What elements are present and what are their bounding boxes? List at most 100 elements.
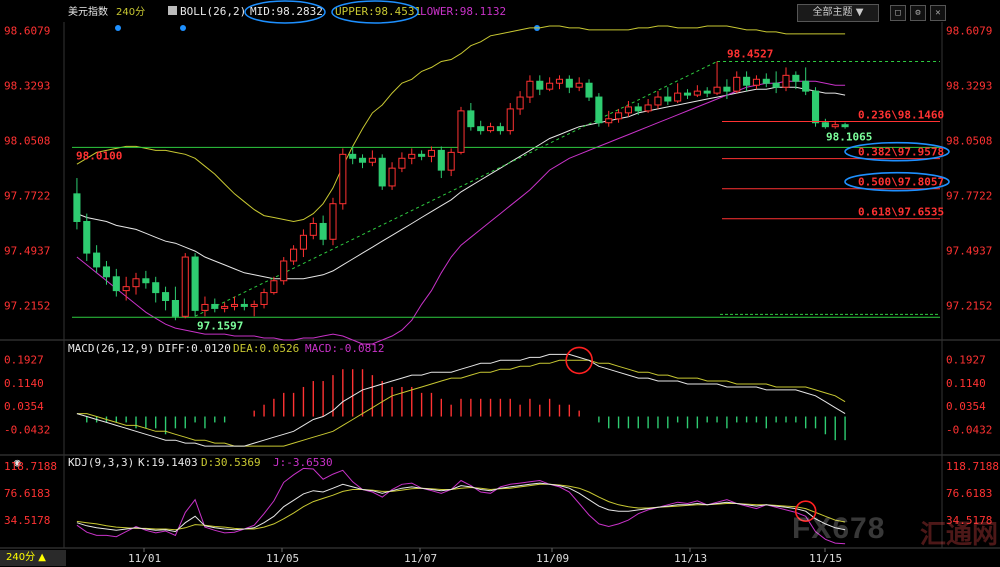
candle-down xyxy=(358,157,367,163)
y-tick-label-left: 98.0508 xyxy=(4,134,50,147)
candle-up xyxy=(526,80,534,98)
candle-down xyxy=(477,126,485,132)
candle-up xyxy=(280,260,288,282)
candle-down xyxy=(152,282,160,294)
candle-up xyxy=(398,157,406,169)
candle-down xyxy=(536,80,544,90)
candle-up xyxy=(546,82,554,90)
settings-icon[interactable]: ⚙ xyxy=(910,5,926,21)
watermark-cn: 汇通网 xyxy=(920,520,999,550)
lower-label: LOWER:98.1132 xyxy=(420,5,506,18)
macd-tick-right: 0.0354 xyxy=(946,400,986,413)
candle-up xyxy=(733,76,741,92)
candle-up xyxy=(506,108,514,132)
candle-up xyxy=(299,234,307,250)
y-tick-label-right: 97.7722 xyxy=(946,189,992,202)
low-price-label: 97.1597 xyxy=(197,319,243,332)
candle-up xyxy=(693,90,701,96)
candle-up xyxy=(457,110,465,153)
candle-down xyxy=(191,256,199,311)
candle-up xyxy=(447,151,455,171)
period-tab[interactable]: 240分 ▲ xyxy=(0,550,66,566)
candle-down xyxy=(811,90,820,124)
candle-up xyxy=(516,96,524,110)
candle-up xyxy=(654,96,662,106)
candle-up xyxy=(368,157,376,163)
kdj-j-line xyxy=(76,467,846,545)
macd-tick-left: 0.0354 xyxy=(4,400,44,413)
candle-up xyxy=(624,106,632,114)
candle-up xyxy=(329,203,337,240)
x-tick-label: 11/07 xyxy=(404,552,437,565)
theme-dropdown-button[interactable]: 全部主题 ▼ xyxy=(797,4,879,22)
candle-down xyxy=(171,299,179,317)
theme-dropdown-label: 全部主题 xyxy=(812,7,853,18)
period-label: 240分 xyxy=(116,6,145,18)
candle-up xyxy=(221,305,229,309)
candle-down xyxy=(211,303,219,309)
candle-down xyxy=(821,122,829,128)
kdj-label: KDJ(9,3,3) xyxy=(68,456,134,469)
candle-down xyxy=(112,276,120,292)
candle-up xyxy=(555,78,564,84)
y-tick-label-right: 98.3293 xyxy=(946,79,992,92)
y-tick-label-right: 98.0508 xyxy=(946,134,992,147)
candle-down xyxy=(83,220,91,254)
candle-down xyxy=(319,222,327,240)
candle-down xyxy=(437,149,445,171)
event-dot-icon[interactable] xyxy=(115,25,121,31)
candle-down xyxy=(349,153,357,159)
candle-up xyxy=(339,153,347,205)
candle-up xyxy=(427,149,436,157)
candle-down xyxy=(772,82,780,88)
candle-down xyxy=(595,96,603,124)
period-tab-label: 240分 xyxy=(6,552,36,563)
candle-up xyxy=(752,78,760,86)
candle-down xyxy=(73,193,81,222)
candle-down xyxy=(683,92,692,96)
close-icon[interactable]: ✕ xyxy=(930,5,946,21)
candle-up xyxy=(250,303,258,307)
macd-value-label: MACD:-0.0812 xyxy=(305,342,384,355)
candle-down xyxy=(792,74,800,82)
y-tick-label-left: 98.6079 xyxy=(4,24,50,37)
candle-up xyxy=(408,153,416,159)
upper-label: UPPER:98.4531 xyxy=(335,5,421,18)
kdj-tick-left: 76.6183 xyxy=(4,487,50,500)
candle-up xyxy=(644,104,652,112)
kdj-tick-left: 118.7188 xyxy=(4,460,57,473)
macd-tick-right: 0.1927 xyxy=(946,354,986,367)
instrument-title: 美元指数 xyxy=(68,5,108,18)
candle-down xyxy=(240,303,248,307)
x-tick-label: 11/13 xyxy=(674,552,707,565)
candle-down xyxy=(743,76,751,86)
x-tick-label: 11/05 xyxy=(266,552,299,565)
y-tick-label-right: 97.4937 xyxy=(946,244,992,257)
candle-up xyxy=(260,292,268,305)
candle-up xyxy=(122,286,130,292)
candle-down xyxy=(664,96,672,102)
kdj-tick-right: 76.6183 xyxy=(946,487,992,500)
candle-down xyxy=(585,82,593,98)
kdj-tick-left: 34.5178 xyxy=(4,514,50,527)
chart-canvas[interactable]: 美元指数 240分 BOLL(26,2) MID:98.2832 UPPER:9… xyxy=(0,0,1000,567)
y-tick-label-left: 97.7722 xyxy=(4,189,50,202)
candle-down xyxy=(565,78,573,88)
macd-dea-label: DEA:0.0526 xyxy=(233,342,299,355)
candle-up xyxy=(782,74,790,88)
event-dot-icon[interactable] xyxy=(180,25,186,31)
candle-down xyxy=(93,252,101,268)
boll-toggle-icon[interactable] xyxy=(168,6,177,15)
candle-down xyxy=(162,292,170,301)
macd-tick-right: -0.0432 xyxy=(946,423,992,436)
candle-up xyxy=(605,118,613,124)
macd-tick-left: -0.0432 xyxy=(4,423,50,436)
mid-label: MID:98.2832 xyxy=(250,5,323,18)
restore-icon[interactable]: □ xyxy=(890,5,906,21)
fib-label: 0.618\97.6535 xyxy=(858,206,944,219)
macd-tick-right: 0.1140 xyxy=(946,377,986,390)
candle-down xyxy=(496,126,504,132)
high-price-label: 98.4527 xyxy=(727,48,773,61)
y-tick-label-left: 97.4937 xyxy=(4,244,50,257)
candle-down xyxy=(762,78,770,84)
